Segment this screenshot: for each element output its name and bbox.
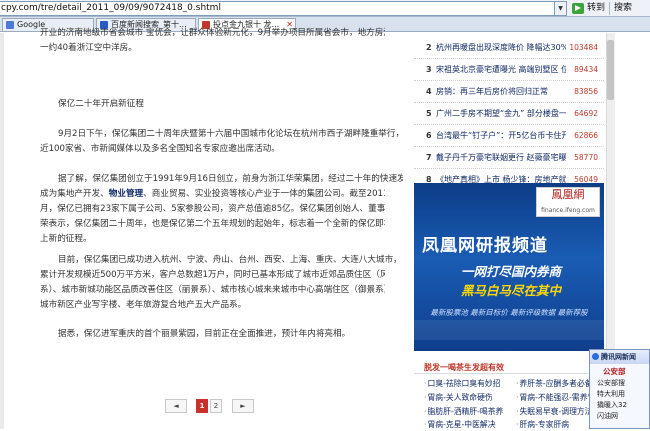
news-popup-headline[interactable]: 公安部 — [603, 366, 626, 377]
rank-count: 103484 — [569, 43, 598, 52]
section-title: 保亿二十年开启新征程 — [58, 99, 144, 109]
toolbar-separator — [609, 2, 610, 15]
article-text-line: 9月2日下午，保亿集团二十周年庆暨第十六届中国城市化论坛在杭州市西子湖畔隆重举行… — [58, 129, 403, 139]
article-text-line: 开业的济南地级市省会城市 宝优会，让群众体验新元化，9月举办项目所属省会市，地方… — [40, 28, 385, 38]
news-popup-line: 闪油网 — [597, 412, 618, 420]
ad-tagline: 最新股票池 最新目标价 最新评级数据 最新荐股 — [430, 308, 588, 317]
rank-item[interactable]: 2 杭州再暖盘出现深度降价 降幅达30% 103484 — [414, 37, 604, 59]
page-2-button[interactable]: 2 — [210, 399, 222, 413]
rank-title-link[interactable]: 戴子丹千万豪宅联姻更行 赵薇豪宅曝 — [436, 147, 566, 169]
rank-count: 62866 — [574, 131, 598, 140]
rank-item[interactable]: 7 戴子丹千万豪宅联姻更行 赵薇豪宅曝 58770 — [414, 147, 604, 169]
news-popup-line: 公安部搜 — [597, 379, 625, 387]
rank-item[interactable]: 5 广州二手房不期望“金九” 部分楼盘一 64692 — [414, 103, 604, 125]
rank-count: 58770 — [574, 153, 598, 162]
rank-item[interactable]: 6 台湾最牛“钉子户”：开5亿台币卡住开 62866 — [414, 125, 604, 147]
article-text-line: 据悉，保亿进军重庆的首个丽景紫园，目前正在全面推进，预计年内将亮相。 — [58, 329, 351, 339]
tencent-news-icon — [592, 353, 599, 360]
article-text: 、商业贸易、实业投资等核心产业于一体的集团公司。截至2011年9 — [143, 189, 385, 199]
rank-number: 4 — [426, 87, 432, 96]
url-input[interactable]: cpy.com/tre/detail_2011_09/09/9072418_0.… — [0, 1, 555, 16]
page-1-button[interactable]: 1 — [196, 399, 208, 413]
article-text-line: 荣表示，保亿集团二十周年，也是保亿第二个五年规划的起始年，标志着一个全新的保亿即… — [40, 219, 385, 229]
left-edge — [0, 33, 4, 429]
search-button[interactable]: 搜索 — [614, 2, 632, 15]
ad-title: 凤凰网研报频道 — [422, 236, 548, 256]
list-item[interactable]: 胃病-克星-中医解决 — [424, 418, 514, 431]
rank-count: 83856 — [574, 87, 598, 96]
article-text-line: 累计开发规模近500万平方米，客户总数超1万户，同时已基本形成了城市近郊品质住区… — [40, 270, 385, 280]
prev-page-button[interactable]: ◄ — [165, 399, 187, 413]
ifeng-logo-text: 鳳凰網 — [551, 188, 585, 201]
article-text-line: 月，保亿已拥有23家下属子公司、5家参股公司，资产总值逾85亿。保亿集团创始人、… — [40, 204, 385, 214]
rank-title-link[interactable]: 广州二手房不期望“金九” 部分楼盘一 — [436, 103, 566, 125]
article-text-line: 系）、城市新城功能区品质改善住区（丽景系）、城市核心城来来城市中心高端住区（御景… — [40, 285, 385, 295]
news-popup-line: 撬暖入32 — [597, 401, 627, 409]
rank-item[interactable]: 4 房销：再三年后房价将回归正常 83856 — [414, 81, 604, 103]
rank-item[interactable]: 3 宋祖英北京豪宅遭曝光 高端别墅区 位置 89434 — [414, 59, 604, 81]
article-text-line: 城市新区产业写字楼、老年旅游复合地产五大产品系。 — [40, 300, 247, 310]
go-arrow-icon[interactable] — [572, 3, 584, 14]
go-button[interactable]: 转到 — [587, 2, 605, 15]
health-list-title[interactable]: 脱发一喝茶生发超有效 — [424, 361, 504, 374]
rank-number: 5 — [426, 109, 432, 118]
article-text-line: 据了解，保亿集团创立于1991年9月16日创立，前身为浙江华荣集团，经过二十年的… — [58, 174, 403, 184]
news-popup-line: 特大利用 — [597, 390, 625, 398]
rank-title-link[interactable]: 杭州再暖盘出现深度降价 降幅达30% — [436, 37, 566, 59]
rank-title-link[interactable]: 宋祖英北京豪宅遭曝光 高端别墅区 位置 — [436, 59, 566, 81]
property-management-link[interactable]: 物业管理 — [109, 189, 143, 199]
article-text: 成为集地产开发、 — [40, 189, 109, 199]
article-text-line: 近100家省、市新闻媒体以及多名全国知名专家应邀出席活动。 — [40, 144, 280, 154]
rank-number: 7 — [426, 153, 432, 162]
rank-count: 89434 — [574, 65, 598, 74]
rank-count: 64692 — [574, 109, 598, 118]
list-item[interactable]: 口臭-祛除口臭有妙招 — [424, 377, 514, 390]
article-text-line: 成为集地产开发、物业管理、商业贸易、实业投资等核心产业于一体的集团公司。截至20… — [40, 187, 385, 202]
ad-slogan-line2: 黑马白马尽在其中 — [460, 283, 561, 298]
article-text-line: 目前，保亿集团已成功进入杭州、宁波、舟山、台州、西安、上海、重庆、大连八大城市， — [58, 255, 402, 265]
ad-slogan-line1: 一网打尽国内券商 — [460, 264, 561, 279]
rank-title-link[interactable]: 台湾最牛“钉子户”：开5亿台币卡住开 — [436, 125, 566, 147]
news-popup-title: 腾讯网新闻 — [601, 353, 636, 361]
list-item[interactable]: 胃病-关人致命硬伤 — [424, 391, 514, 404]
scrollbar-thumb[interactable] — [607, 40, 614, 100]
rank-number: 3 — [426, 65, 432, 74]
list-item[interactable]: 脂肪肝-洒精肝-喝茶养 — [424, 405, 514, 418]
article-text-line: 一约40着浙江空中洋房。 — [40, 43, 137, 53]
rank-title-link[interactable]: 房销：再三年后房价将回归正常 — [436, 81, 566, 103]
rank-number: 2 — [426, 43, 432, 52]
next-page-button[interactable]: ► — [232, 399, 254, 413]
ifeng-logo-url: finance.ifeng.com — [541, 207, 595, 214]
article-text-line: 上新的征程。 — [40, 234, 92, 244]
ad-band — [414, 320, 604, 340]
google-favicon-icon — [6, 21, 14, 29]
rank-number: 6 — [426, 131, 432, 140]
url-dropdown-icon[interactable]: ▼ — [555, 1, 567, 16]
